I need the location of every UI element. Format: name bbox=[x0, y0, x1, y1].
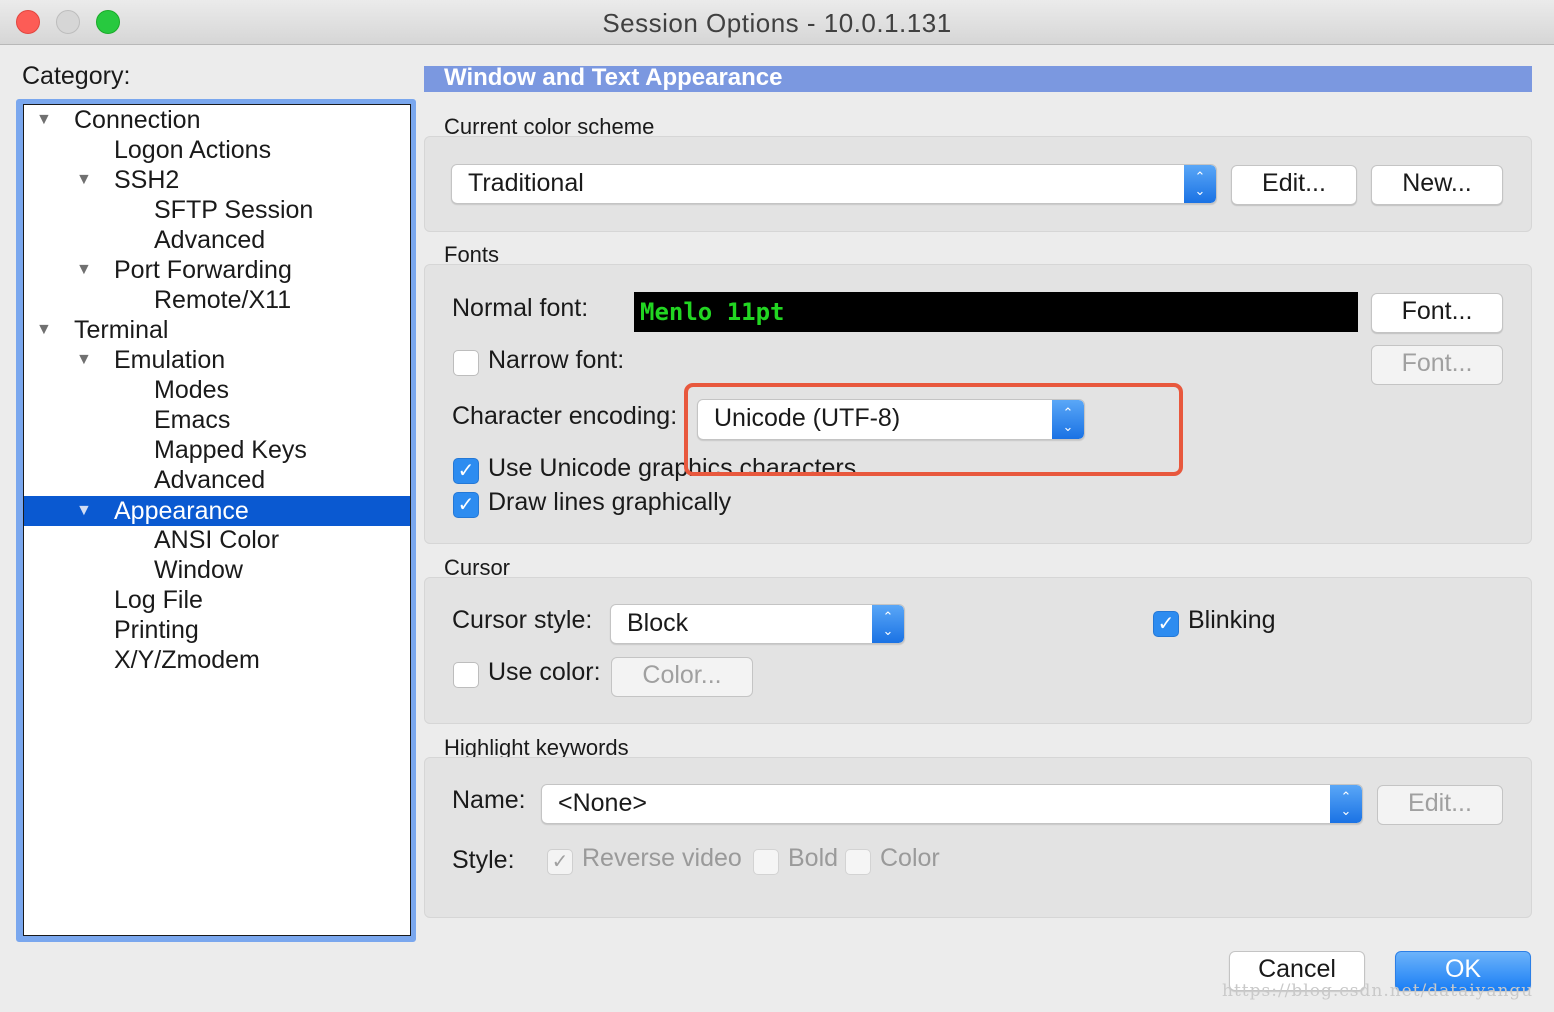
cursor-group bbox=[424, 577, 1532, 724]
tree-item-emacs[interactable]: Emacs bbox=[24, 405, 410, 435]
draw-lines-checkbox[interactable]: ✓ bbox=[453, 492, 479, 518]
disclosure-triangle-icon[interactable]: ▼ bbox=[76, 255, 92, 285]
disclosure-triangle-icon[interactable]: ▼ bbox=[36, 105, 52, 135]
tree-item-emulation[interactable]: ▼ Emulation bbox=[24, 345, 410, 375]
tree-item-xyzmodem[interactable]: X/Y/Zmodem bbox=[24, 645, 410, 675]
tree-item-modes[interactable]: Modes bbox=[24, 375, 410, 405]
blinking-checkbox[interactable]: ✓ bbox=[1153, 611, 1179, 637]
tree-item-label: Connection bbox=[74, 106, 201, 134]
tree-item-ssh2-advanced[interactable]: Advanced bbox=[24, 225, 410, 255]
disclosure-triangle-icon[interactable]: ▼ bbox=[76, 165, 92, 195]
tree-item-label: Port Forwarding bbox=[114, 256, 292, 284]
highlight-edit-button[interactable]: Edit... bbox=[1377, 785, 1503, 825]
category-tree[interactable]: ▼ Connection Logon Actions ▼ SSH2 SFTP S… bbox=[23, 104, 411, 936]
annotation-highlight-box bbox=[684, 383, 1183, 476]
tree-item-label: Advanced bbox=[154, 226, 266, 254]
narrow-font-label: Narrow font: bbox=[488, 346, 625, 374]
tree-item-label: Advanced bbox=[154, 466, 266, 494]
reverse-video-label: Reverse video bbox=[582, 844, 742, 872]
tree-item-sftp-session[interactable]: SFTP Session bbox=[24, 195, 410, 225]
tree-item-emulation-advanced[interactable]: Advanced bbox=[24, 465, 410, 495]
color-scheme-edit-button[interactable]: Edit... bbox=[1231, 165, 1357, 205]
use-color-checkbox[interactable] bbox=[453, 662, 479, 688]
tree-item-port-forwarding[interactable]: ▼ Port Forwarding bbox=[24, 255, 410, 285]
normal-font-button[interactable]: Font... bbox=[1371, 293, 1503, 333]
highlight-group bbox=[424, 757, 1532, 918]
tree-item-ssh2[interactable]: ▼ SSH2 bbox=[24, 165, 410, 195]
chevron-updown-icon: ⌃ ⌄ bbox=[1184, 165, 1216, 203]
highlight-color-label: Color bbox=[880, 844, 940, 872]
tree-item-log-file[interactable]: Log File bbox=[24, 585, 410, 615]
cursor-style-select[interactable]: Block ⌃ ⌄ bbox=[610, 604, 905, 644]
tree-item-label: Logon Actions bbox=[114, 136, 272, 164]
disclosure-triangle-icon[interactable]: ▼ bbox=[76, 345, 92, 375]
reverse-video-checkbox[interactable]: ✓ bbox=[547, 849, 573, 875]
tree-item-label: Printing bbox=[114, 616, 199, 644]
disclosure-triangle-icon[interactable]: ▼ bbox=[36, 315, 52, 345]
disclosure-triangle-icon[interactable]: ▼ bbox=[76, 496, 92, 526]
tree-item-label: Log File bbox=[114, 586, 203, 614]
chevron-updown-icon: ⌃ ⌄ bbox=[872, 605, 904, 643]
cursor-style-value: Block bbox=[627, 609, 689, 637]
draw-lines-label: Draw lines graphically bbox=[488, 488, 732, 516]
use-color-label: Use color: bbox=[488, 658, 601, 686]
tree-item-label: X/Y/Zmodem bbox=[114, 646, 260, 674]
narrow-font-button[interactable]: Font... bbox=[1371, 345, 1503, 385]
color-scheme-new-button[interactable]: New... bbox=[1371, 165, 1503, 205]
tree-item-remote-x11[interactable]: Remote/X11 bbox=[24, 285, 410, 315]
watermark-text: https://blog.csdn.net/dataiyangu bbox=[1222, 981, 1534, 1001]
highlight-name-select[interactable]: <None> ⌃ ⌄ bbox=[541, 784, 1363, 824]
color-scheme-select[interactable]: Traditional ⌃ ⌄ bbox=[451, 164, 1217, 204]
category-label: Category: bbox=[22, 62, 131, 90]
bold-label: Bold bbox=[788, 844, 839, 872]
highlight-name-value: <None> bbox=[558, 789, 647, 817]
bold-checkbox[interactable] bbox=[753, 849, 779, 875]
tree-item-terminal[interactable]: ▼ Terminal bbox=[24, 315, 410, 345]
tree-item-appearance[interactable]: ▼ Appearance bbox=[24, 496, 410, 526]
tree-item-label: Modes bbox=[154, 376, 230, 404]
title-bar: Session Options - 10.0.1.131 bbox=[0, 0, 1554, 45]
tree-item-label: ANSI Color bbox=[154, 526, 280, 554]
tree-item-printing[interactable]: Printing bbox=[24, 615, 410, 645]
highlight-color-checkbox[interactable] bbox=[845, 849, 871, 875]
tree-item-label: Remote/X11 bbox=[154, 286, 292, 314]
tree-item-label: SSH2 bbox=[114, 166, 180, 194]
normal-font-label: Normal font: bbox=[452, 294, 589, 322]
chevron-updown-icon: ⌃ ⌄ bbox=[1330, 785, 1362, 823]
highlight-style-label: Style: bbox=[452, 846, 515, 874]
cursor-style-label: Cursor style: bbox=[452, 606, 593, 634]
blinking-label: Blinking bbox=[1188, 606, 1276, 634]
tree-item-mapped-keys[interactable]: Mapped Keys bbox=[24, 435, 410, 465]
tree-item-label: Mapped Keys bbox=[154, 436, 307, 464]
tree-item-connection[interactable]: ▼ Connection bbox=[24, 105, 410, 135]
tree-item-label: SFTP Session bbox=[154, 196, 314, 224]
tree-item-window[interactable]: Window bbox=[24, 555, 410, 585]
character-encoding-label: Character encoding: bbox=[452, 402, 678, 430]
tree-item-logon-actions[interactable]: Logon Actions bbox=[24, 135, 410, 165]
tree-item-label: Emulation bbox=[114, 346, 226, 374]
cursor-color-button[interactable]: Color... bbox=[611, 657, 753, 697]
tree-item-label: Emacs bbox=[154, 406, 231, 434]
tree-item-label: Terminal bbox=[74, 316, 169, 344]
highlight-name-label: Name: bbox=[452, 786, 526, 814]
panel-header: Window and Text Appearance bbox=[424, 66, 1532, 92]
tree-item-label: Window bbox=[154, 556, 243, 584]
window-title: Session Options - 10.0.1.131 bbox=[602, 8, 952, 38]
tree-item-ansi-color[interactable]: ANSI Color bbox=[24, 525, 410, 555]
color-scheme-value: Traditional bbox=[468, 169, 584, 197]
unicode-graphics-checkbox[interactable]: ✓ bbox=[453, 458, 479, 484]
tree-item-label: Appearance bbox=[114, 497, 249, 525]
normal-font-preview: Menlo 11pt bbox=[634, 292, 1358, 332]
narrow-font-checkbox[interactable] bbox=[453, 350, 479, 376]
